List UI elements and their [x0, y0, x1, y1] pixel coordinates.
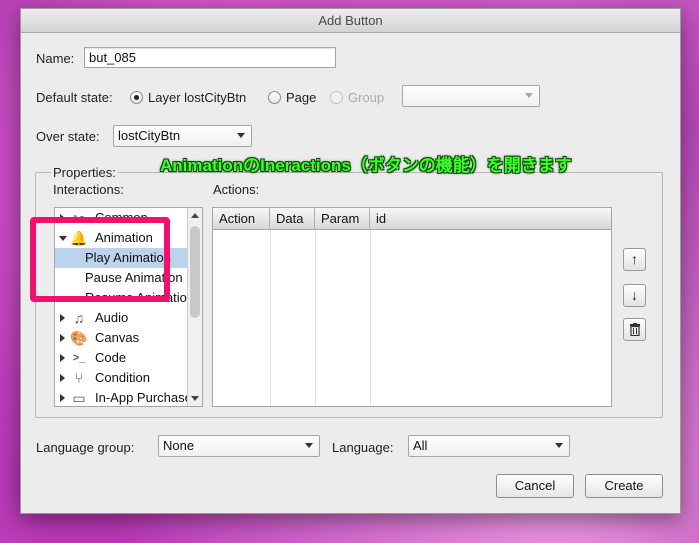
disclosure-triangle-icon[interactable]: [60, 334, 65, 342]
actions-table[interactable]: Action Data Param id: [212, 207, 612, 407]
disclosure-triangle-icon[interactable]: [60, 394, 65, 402]
interactions-label: Interactions:: [53, 182, 124, 197]
delete-button[interactable]: [623, 318, 646, 341]
actions-table-header: Action Data Param id: [213, 208, 611, 230]
arrow-up-icon: ↑: [631, 251, 638, 267]
tree-item-label: Audio: [95, 310, 129, 325]
over-state-value: lostCityBtn: [118, 128, 181, 143]
add-button-dialog: Add Button Name: but_085 Default state: …: [20, 8, 681, 514]
radio-group: [330, 91, 343, 104]
cancel-button[interactable]: Cancel: [496, 474, 574, 498]
tree-item-in-app-purchase[interactable]: ▭ In-App Purchase: [55, 388, 187, 406]
interactions-list[interactable]: ✂ Common 🔔 Animation Play Animation Paus…: [54, 207, 203, 407]
dialog-title: Add Button: [21, 9, 680, 33]
tree-item-label: Pause Animation: [85, 270, 183, 285]
tree-item-condition[interactable]: ⑂ Condition: [55, 368, 187, 388]
disclosure-triangle-icon[interactable]: [60, 314, 65, 322]
scroll-thumb[interactable]: [190, 226, 200, 318]
tree-item-label: Canvas: [95, 330, 140, 345]
language-select[interactable]: All: [408, 435, 570, 457]
column-divider: [315, 230, 316, 406]
radio-layer[interactable]: [130, 91, 143, 104]
condition-icon: ⑂: [74, 370, 84, 386]
radio-page-label[interactable]: Page: [286, 90, 316, 105]
music-note-icon: ♫: [73, 310, 85, 326]
card-icon: ▭: [72, 390, 86, 406]
group-select: [402, 85, 540, 107]
column-header-action[interactable]: Action: [213, 208, 270, 230]
tree-item-label: In-App Purchase: [95, 390, 187, 405]
tree-item-canvas[interactable]: 🎨 Canvas: [55, 328, 187, 348]
tree-item-label: Resume Animation: [85, 290, 187, 305]
language-group-select[interactable]: None: [158, 435, 320, 457]
scroll-down-arrow-icon[interactable]: [191, 396, 199, 401]
tree-item-label: Animation: [95, 230, 153, 245]
create-button[interactable]: Create: [585, 474, 663, 498]
tree-item-label: Condition: [95, 370, 150, 385]
palette-icon: 🎨: [70, 330, 88, 346]
tree-item-audio[interactable]: ♫ Audio: [55, 308, 187, 328]
chevron-down-icon: [305, 443, 313, 448]
terminal-icon: >_: [72, 352, 86, 364]
tree-item-label: Common: [95, 210, 148, 225]
tree-item-resume-animation[interactable]: Resume Animation: [55, 288, 187, 308]
default-state-label: Default state:: [36, 90, 113, 105]
tree-item-label: Code: [95, 350, 127, 365]
tools-icon: ✂: [73, 210, 85, 226]
over-state-label: Over state:: [36, 129, 100, 144]
arrow-down-icon: ↓: [631, 287, 638, 303]
language-group-value: None: [163, 438, 195, 453]
chevron-down-icon: [555, 443, 563, 448]
disclosure-triangle-icon[interactable]: [60, 214, 65, 222]
tree-item-common[interactable]: ✂ Common: [55, 208, 187, 228]
disclosure-triangle-icon[interactable]: [60, 374, 65, 382]
column-header-param[interactable]: Param: [315, 208, 370, 230]
name-label: Name:: [36, 51, 75, 66]
radio-group-label: Group: [348, 90, 385, 105]
tree-item-code[interactable]: >_ Code: [55, 348, 187, 368]
annotation-text: AnimationのIneractions（ボタンの機能）を開きます: [160, 156, 572, 175]
properties-label: Properties:: [51, 165, 118, 180]
language-label: Language:: [332, 440, 394, 455]
move-up-button[interactable]: ↑: [623, 248, 646, 271]
bell-icon: 🔔: [70, 230, 88, 246]
tree-item-label: Play Animation: [85, 250, 171, 265]
actions-label: Actions:: [213, 182, 260, 197]
column-header-data[interactable]: Data: [270, 208, 315, 230]
interactions-scrollbar[interactable]: [187, 208, 202, 406]
radio-layer-label[interactable]: Layer lostCityBtn: [148, 90, 246, 105]
radio-page[interactable]: [268, 91, 281, 104]
tree-item-play-animation[interactable]: Play Animation: [55, 248, 187, 268]
column-divider: [270, 230, 271, 406]
disclosure-triangle-icon[interactable]: [60, 354, 65, 362]
over-state-select[interactable]: lostCityBtn: [113, 125, 252, 147]
column-header-id[interactable]: id: [370, 208, 611, 230]
column-divider: [370, 230, 371, 406]
language-value: All: [413, 438, 428, 453]
language-group-label: Language group:: [36, 440, 135, 455]
chevron-down-icon: [525, 93, 533, 98]
scroll-up-arrow-icon[interactable]: [191, 213, 199, 218]
disclosure-triangle-icon[interactable]: [59, 236, 67, 241]
tree-item-pause-animation[interactable]: Pause Animation: [55, 268, 187, 288]
trash-icon: [629, 323, 640, 337]
chevron-down-icon: [237, 133, 245, 138]
tree-item-animation[interactable]: 🔔 Animation: [55, 228, 187, 248]
move-down-button[interactable]: ↓: [623, 284, 646, 307]
name-field[interactable]: but_085: [84, 47, 336, 68]
